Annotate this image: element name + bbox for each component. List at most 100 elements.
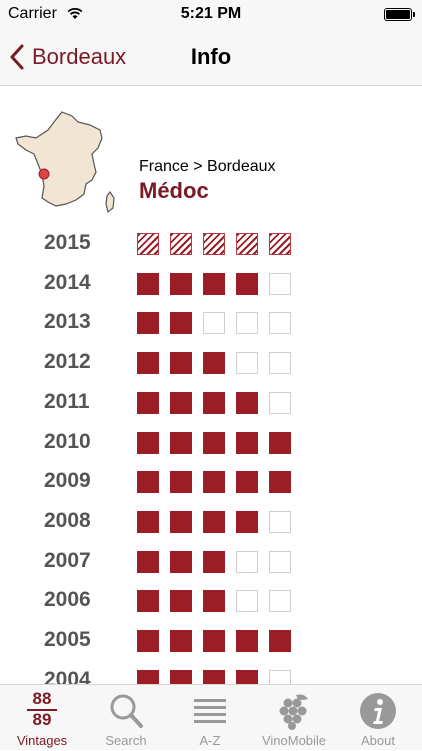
rating-box-empty: [236, 312, 258, 335]
rating-box-filled: [203, 510, 225, 533]
rating-box-empty: [269, 510, 291, 533]
battery-icon: [384, 8, 415, 21]
rating-box-filled: [137, 312, 159, 335]
rating-box-filled: [203, 590, 225, 613]
rating-box-filled: [269, 630, 291, 652]
rating-box-filled: [236, 391, 258, 414]
status-bar: Carrier 5:21 PM: [0, 0, 422, 30]
rating-box-empty: [203, 312, 225, 335]
rating-box-empty: [236, 550, 258, 573]
rating-box-empty: [269, 550, 291, 573]
vintage-year: 2013: [44, 310, 91, 334]
rating-box-filled: [170, 471, 192, 494]
region-title: Médoc: [139, 178, 209, 203]
rating-box-filled: [236, 272, 258, 295]
vintage-row: 2012: [0, 345, 422, 381]
rating-box-empty: [269, 590, 291, 613]
rating-box-filled: [170, 590, 192, 613]
status-time: 5:21 PM: [180, 5, 242, 22]
tab-search[interactable]: Search: [84, 685, 168, 751]
region-breadcrumb: France > Bordeaux: [139, 158, 276, 175]
tab-vinomobile[interactable]: VinoMobile: [252, 685, 336, 751]
rating-box-filled: [236, 431, 258, 454]
page-title: Info: [190, 44, 232, 69]
rating-box-filled: [137, 590, 159, 613]
rating-box-filled: [203, 471, 225, 494]
vintage-year: 2009: [44, 469, 91, 493]
vintage-year: 2011: [44, 389, 90, 413]
rating-box-filled: [170, 510, 192, 533]
vintage-year: 2015: [44, 231, 91, 254]
rating-box-hatched: [269, 233, 291, 255]
rating-box-filled: [236, 630, 258, 652]
rating-box-hatched: [236, 233, 258, 255]
vintage-row: 2005: [0, 623, 422, 659]
vintage-year: 2006: [44, 588, 91, 612]
tab-about-label: About: [361, 733, 395, 748]
vintage-row: 2014: [0, 266, 422, 302]
france-map-icon: [15, 111, 115, 214]
vintage-row: 2011: [0, 385, 422, 421]
tab-search-label: Search: [105, 733, 147, 748]
rating-box-empty: [269, 352, 291, 375]
vintage-year: 2012: [44, 350, 91, 374]
rating-box-filled: [170, 272, 192, 295]
rating-box-filled: [137, 352, 159, 375]
navigation-bar: Bordeaux Info: [0, 30, 422, 86]
vintages-icon-bottom: 89: [32, 710, 52, 729]
rating-box-filled: [203, 272, 225, 295]
vintage-row: 2007: [0, 544, 422, 580]
rating-box-filled: [137, 471, 159, 494]
grapes-icon: [279, 694, 308, 730]
vintage-row: 2008: [0, 504, 422, 540]
rating-box-filled: [170, 312, 192, 335]
rating-box-filled: [269, 471, 291, 494]
vintages-icon: 88 89: [22, 689, 62, 731]
vintage-year: 2005: [44, 628, 91, 651]
rating-box-hatched: [203, 233, 225, 255]
tab-az[interactable]: A-Z: [168, 685, 252, 751]
rating-box-filled: [203, 352, 225, 375]
rating-box-empty: [269, 391, 291, 414]
info-icon: [360, 693, 396, 729]
rating-box-filled: [170, 352, 192, 375]
rating-box-filled: [170, 431, 192, 454]
vintages-icon-top: 88: [32, 689, 52, 708]
rating-box-hatched: [137, 233, 159, 255]
rating-box-filled: [137, 391, 159, 414]
rating-box-filled: [170, 630, 192, 652]
vintage-row: 2015: [0, 226, 422, 262]
vintage-row: 2013: [0, 305, 422, 341]
vintage-row: 2006: [0, 583, 422, 619]
rating-box-filled: [203, 550, 225, 573]
rating-box-filled: [170, 391, 192, 414]
rating-box-filled: [236, 510, 258, 533]
vintage-year: 2010: [44, 429, 91, 453]
rating-box-filled: [137, 272, 159, 295]
rating-box-filled: [170, 550, 192, 573]
vintage-row: 2010: [0, 425, 422, 461]
rating-box-empty: [236, 352, 258, 375]
rating-box-hatched: [170, 233, 192, 255]
rating-box-filled: [203, 431, 225, 454]
tab-vintages[interactable]: 88 89 Vintages: [0, 685, 84, 751]
tab-bar: 88 89 Vintages Search A-Z VinoMobile Abo…: [0, 684, 422, 750]
vintage-year: 2014: [44, 270, 91, 294]
rating-box-empty: [269, 272, 291, 295]
rating-box-filled: [137, 510, 159, 533]
search-icon: [110, 694, 143, 728]
rating-box-filled: [269, 431, 291, 454]
rating-box-empty: [269, 312, 291, 335]
rating-box-empty: [236, 590, 258, 613]
tab-az-label: A-Z: [199, 733, 221, 748]
vintage-year: 2007: [44, 548, 91, 572]
rating-box-filled: [236, 471, 258, 494]
vintage-year: 2008: [44, 508, 91, 532]
rating-box-filled: [203, 630, 225, 652]
vintage-row: 2009: [0, 464, 422, 500]
tab-about[interactable]: About: [336, 685, 420, 751]
rating-box-filled: [137, 431, 159, 454]
rating-box-filled: [137, 630, 159, 652]
tab-vintages-label: Vintages: [16, 733, 68, 748]
rating-box-filled: [137, 550, 159, 573]
